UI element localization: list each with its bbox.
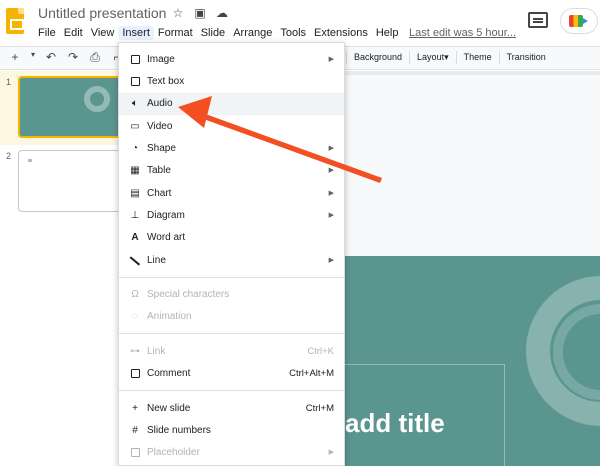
filmstrip: 1 2 [0, 71, 128, 466]
meet-icon [569, 15, 588, 27]
menu-format[interactable]: Format [154, 26, 197, 40]
ruler [345, 71, 600, 75]
submenu-arrow-icon: ▶ [328, 257, 334, 264]
theme-button[interactable]: Theme [455, 51, 499, 64]
slides-window: Untitled presentation ☆ ▣ ☁ File Edit Vi… [0, 0, 600, 466]
title-actions: ☆ ▣ ☁ [171, 6, 229, 20]
chart-icon: ▤ [130, 188, 140, 199]
print-icon[interactable]: ⎙ [88, 50, 102, 65]
dropdown-icon[interactable]: ▾ [30, 50, 36, 65]
meet-button[interactable] [560, 8, 598, 34]
slide-thumbnail-1[interactable]: 1 [0, 71, 128, 145]
text-box-icon [129, 76, 141, 88]
layout-label: Layout [417, 52, 445, 62]
toolbar-right: Background Layout▾ Theme Transition [346, 51, 553, 64]
move-folder-icon[interactable]: ▣ [193, 6, 207, 20]
menu-item-new-slide[interactable]: + New slide Ctrl+M [119, 398, 344, 420]
menu-edit[interactable]: Edit [60, 26, 87, 40]
menu-item-animation: ◌ Animation [119, 306, 344, 328]
menu-slide[interactable]: Slide [197, 26, 229, 40]
comment-icon [129, 368, 141, 380]
star-icon[interactable]: ☆ [171, 6, 185, 20]
submenu-arrow-icon: ▶ [328, 56, 334, 63]
last-edit-link[interactable]: Last edit was 5 hour... [409, 27, 516, 39]
insert-menu: Image ▶ Text box 🔈︎ Audio ▭ Video ◔ Shap… [118, 42, 345, 466]
omega-icon: Ω [131, 289, 139, 300]
diagram-icon: ⊥ [130, 210, 140, 221]
hash-icon: # [132, 425, 138, 436]
menu-item-line[interactable]: Line ▶ [119, 250, 344, 272]
menu-item-link: ⊶ Link Ctrl+K [130, 346, 334, 357]
shape-icon: ◔ [131, 143, 139, 154]
menu-item-slide-numbers[interactable]: # Slide numbers [119, 420, 344, 442]
submenu-arrow-icon: ▶ [328, 167, 334, 174]
image-icon [129, 54, 141, 66]
menu-item-video[interactable]: ▭ Video [119, 116, 344, 138]
slide-preview [18, 76, 128, 138]
ring-decoration [84, 86, 110, 112]
menu-item-image[interactable]: Image ▶ [119, 49, 344, 71]
audio-icon: 🔈︎ [132, 98, 138, 109]
link-icon: ⊶ [130, 346, 140, 357]
undo-icon[interactable]: ↶ [44, 50, 58, 65]
document-title[interactable]: Untitled presentation [38, 5, 166, 21]
menu-view[interactable]: View [87, 26, 119, 40]
menu-item-word-art[interactable]: A Word art [119, 227, 344, 249]
background-button[interactable]: Background [346, 51, 409, 64]
submenu-arrow-icon: ▶ [328, 212, 334, 219]
menu-item-chart[interactable]: ▤ Chart ▶ [119, 183, 344, 205]
submenu-arrow-icon: ▶ [328, 449, 334, 456]
line-icon [129, 255, 141, 267]
transition-button[interactable]: Transition [498, 51, 553, 64]
placeholder-mark [28, 159, 32, 162]
menu-item-placeholder: Placeholder ▶ [119, 442, 344, 464]
slide-number: 1 [6, 77, 12, 87]
video-icon: ▭ [130, 121, 140, 132]
submenu-arrow-icon: ▶ [328, 145, 334, 152]
menu-item-diagram[interactable]: ⊥ Diagram ▶ [119, 205, 344, 227]
menu-item-comment[interactable]: Comment Ctrl+Alt+M [119, 363, 344, 385]
slide-preview [18, 150, 128, 212]
menu-arrange[interactable]: Arrange [229, 26, 276, 40]
menu-file[interactable]: File [34, 26, 60, 40]
redo-icon[interactable]: ↷ [66, 50, 80, 65]
toolbar-left: + ▾ ↶ ↷ ⎙ ⌐ [8, 50, 124, 65]
menu-item-special-characters: Ω Special characters [119, 284, 344, 306]
menu-bar: File Edit View Insert Format Slide Arran… [34, 26, 402, 40]
menu-item-shape[interactable]: ◔ Shape ▶ [119, 138, 344, 160]
menu-item-table[interactable]: ▦ Table ▶ [119, 160, 344, 182]
word-art-icon: A [131, 232, 139, 243]
menu-help[interactable]: Help [372, 26, 403, 40]
slide-thumbnail-2[interactable]: 2 [0, 145, 128, 219]
comment-history-icon[interactable] [528, 12, 548, 28]
menu-item-text-box[interactable]: Text box [119, 71, 344, 93]
menu-separator [119, 277, 344, 278]
menu-extensions[interactable]: Extensions [310, 26, 372, 40]
table-icon: ▦ [130, 165, 140, 176]
animation-icon: ◌ [132, 311, 138, 322]
slides-logo-icon[interactable] [6, 8, 24, 34]
menu-item-audio[interactable]: 🔈︎ Audio [119, 93, 344, 115]
menu-tools[interactable]: Tools [276, 26, 310, 40]
slide-number: 2 [6, 151, 12, 161]
menu-separator [119, 390, 344, 391]
plus-icon: + [132, 403, 138, 414]
slide-canvas[interactable]: add title [345, 256, 600, 466]
shortcut-text: Ctrl+K [307, 346, 334, 357]
placeholder-icon [129, 447, 141, 459]
menu-separator [119, 333, 344, 334]
new-slide-plus-icon[interactable]: + [8, 50, 22, 65]
layout-button[interactable]: Layout▾ [409, 51, 456, 64]
submenu-arrow-icon: ▶ [328, 190, 334, 197]
cloud-status-icon[interactable]: ☁ [215, 6, 229, 20]
shortcut-text: Ctrl+Alt+M [289, 368, 334, 379]
title-placeholder-text[interactable]: add title [345, 408, 445, 439]
menu-insert[interactable]: Insert [118, 26, 154, 40]
shortcut-text: Ctrl+M [305, 403, 334, 414]
